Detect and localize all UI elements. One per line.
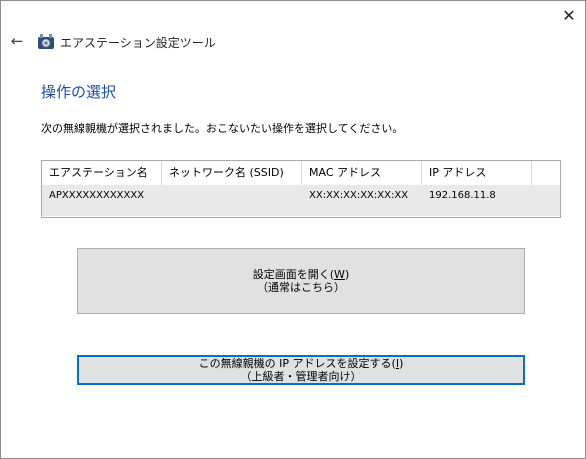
cell-ip-address: 192.168.11.8 (429, 190, 496, 201)
back-button[interactable]: ← (7, 31, 27, 51)
column-header-ip-address[interactable]: IP アドレス (422, 161, 532, 185)
column-header-filler (532, 161, 560, 185)
open-settings-accel-key: W (334, 268, 345, 281)
window-title: エアステーション設定ツール (60, 36, 216, 50)
set-ip-label: この無線親機の IP アドレスを設定する(I) (199, 357, 404, 370)
set-ip-label-text: この無線親機の IP アドレスを設定する( (198, 357, 396, 370)
table-row[interactable]: APXXXXXXXXXXXX XX:XX:XX:XX:XX:XX 192.168… (42, 185, 560, 216)
open-settings-label: 設定画面を開く(W) (253, 268, 349, 281)
open-settings-sublabel: （通常はこちら） (257, 281, 345, 294)
cell-mac-address: XX:XX:XX:XX:XX:XX (309, 190, 409, 201)
set-ip-address-button[interactable]: この無線親機の IP アドレスを設定する(I) （上級者・管理者向け） (77, 355, 525, 385)
instruction-text: 次の無線親機が選択されました。おこないたい操作を選択してください。 (41, 122, 404, 135)
set-ip-sublabel: （上級者・管理者向け） (240, 370, 362, 383)
back-arrow-icon: ← (10, 32, 24, 50)
table-header: エアステーション名 ネットワーク名 (SSID) MAC アドレス IP アドレ… (42, 161, 560, 185)
open-settings-label-end: ) (344, 268, 350, 281)
set-ip-label-end: ) (399, 357, 404, 370)
column-header-airstation-name[interactable]: エアステーション名 (42, 161, 162, 185)
close-icon: ✕ (562, 5, 576, 25)
open-settings-label-text: 設定画面を開く( (252, 268, 335, 281)
page-title: 操作の選択 (41, 83, 117, 101)
airstation-tool-icon (38, 34, 54, 49)
airstation-list[interactable]: エアステーション名 ネットワーク名 (SSID) MAC アドレス IP アドレ… (41, 160, 561, 218)
close-button[interactable]: ✕ (551, 1, 585, 29)
app-window: ✕ ← エアステーション設定ツール 操作の選択 次の無線親機が選択されました。お… (0, 0, 586, 459)
column-header-mac-address[interactable]: MAC アドレス (302, 161, 422, 185)
column-header-ssid[interactable]: ネットワーク名 (SSID) (162, 161, 302, 185)
cell-airstation-name: APXXXXXXXXXXXX (49, 190, 145, 201)
open-settings-button[interactable]: 設定画面を開く(W) （通常はこちら） (77, 248, 525, 314)
cell-ssid (162, 185, 302, 216)
